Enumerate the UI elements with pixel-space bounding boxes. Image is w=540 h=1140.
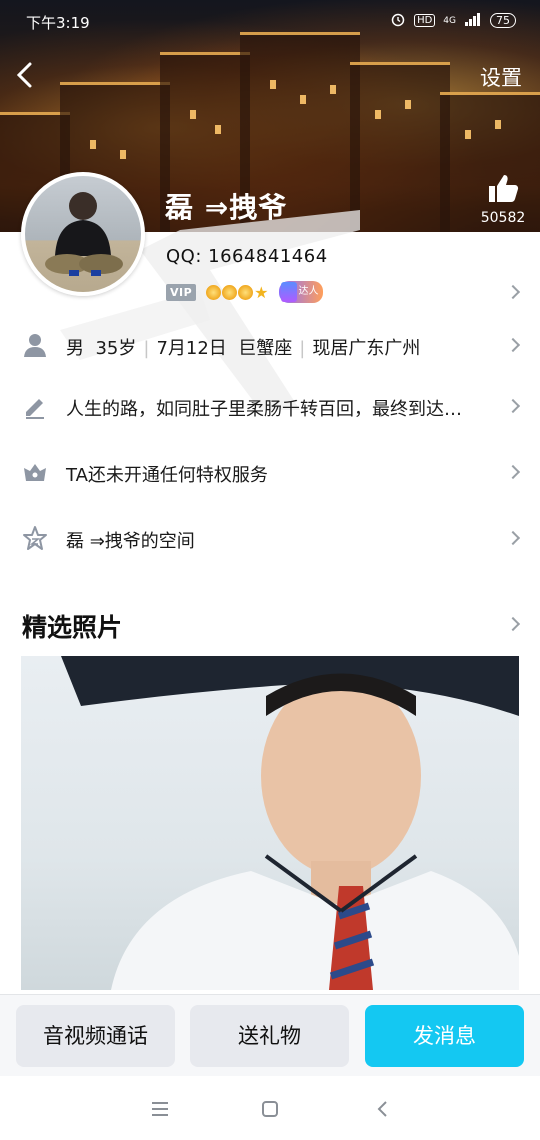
signature-text: 人生的路，如同肚子里柔肠千转百回，最终到达… (66, 399, 462, 420)
action-bar: 音视频通话 送礼物 发消息 (0, 994, 540, 1076)
level-crowns: ★ (206, 282, 269, 302)
crown-icon (222, 284, 238, 300)
profile-username: 磊 ⇒拽爷 (165, 191, 288, 224)
edit-pencil-icon (26, 399, 44, 419)
settings-button[interactable]: 设置 (480, 62, 522, 92)
network-label: 4G (443, 15, 456, 26)
star-icon: ★ (254, 282, 269, 302)
crown-icon (238, 284, 254, 300)
chevron-right-icon (505, 464, 521, 480)
privilege-row[interactable]: TA还未开通任何特权服务 (0, 445, 540, 501)
featured-photo[interactable] (21, 656, 519, 990)
video-call-button[interactable]: 音视频通话 (16, 1005, 175, 1067)
location: 现居广东广州 (312, 338, 421, 359)
basic-info-row[interactable]: 男 35岁 | 7月12日 巨蟹座 | 现居广东广州 (0, 318, 540, 374)
alarm-icon (390, 11, 406, 30)
birthday: 7月12日 (156, 338, 227, 359)
menu-icon[interactable] (145, 1094, 175, 1124)
system-nav-bar (0, 1076, 540, 1140)
person-icon (24, 334, 46, 357)
battery-indicator: 75 (490, 13, 516, 28)
privilege-text: TA还未开通任何特权服务 (66, 465, 268, 486)
zodiac: 巨蟹座 (238, 338, 293, 359)
age: 35岁 (95, 338, 137, 359)
status-time: 下午3:19 (26, 14, 90, 32)
send-message-button[interactable]: 发消息 (365, 1005, 524, 1067)
chevron-right-icon (505, 530, 521, 546)
chevron-right-icon (505, 337, 521, 353)
back-triangle-icon[interactable] (368, 1094, 398, 1124)
avatar[interactable] (21, 172, 145, 296)
star-outline-icon (23, 526, 47, 550)
status-icons: HD 4G 75 (390, 11, 516, 30)
photos-more-chevron-icon[interactable] (505, 616, 521, 632)
space-text: 磊 ⇒拽爷的空间 (66, 531, 195, 552)
vip-badge: VIP (166, 283, 197, 301)
crown-outline-icon (24, 464, 46, 481)
like-count: 50582 (480, 210, 526, 226)
status-bar: 下午3:19 HD 4G 75 (0, 0, 540, 44)
like-button[interactable]: 50582 (478, 172, 528, 226)
signal-icon (464, 12, 482, 29)
thumbs-up-icon (489, 175, 519, 202)
back-arrow-icon (16, 62, 32, 88)
chevron-right-icon[interactable] (505, 284, 521, 300)
chevron-right-icon (505, 398, 521, 414)
space-row[interactable]: 磊 ⇒拽爷的空间 (0, 511, 540, 567)
home-square-icon[interactable] (255, 1094, 285, 1124)
qq-number: QQ: 1664841464 (166, 246, 328, 267)
daren-badge: 达人 (278, 281, 323, 303)
photos-section-title: 精选照片 (22, 613, 123, 642)
level-badges[interactable]: VIP ★ 达人 (166, 281, 323, 303)
send-gift-button[interactable]: 送礼物 (190, 1005, 349, 1067)
hd-icon: HD (414, 14, 436, 27)
crown-icon (206, 284, 222, 300)
signature-row[interactable]: 人生的路，如同肚子里柔肠千转百回，最终到达… (0, 379, 540, 435)
gender: 男 (66, 338, 84, 359)
basic-info-text: 男 35岁 | 7月12日 巨蟹座 | 现居广东广州 (66, 338, 421, 359)
back-button[interactable] (10, 58, 40, 92)
